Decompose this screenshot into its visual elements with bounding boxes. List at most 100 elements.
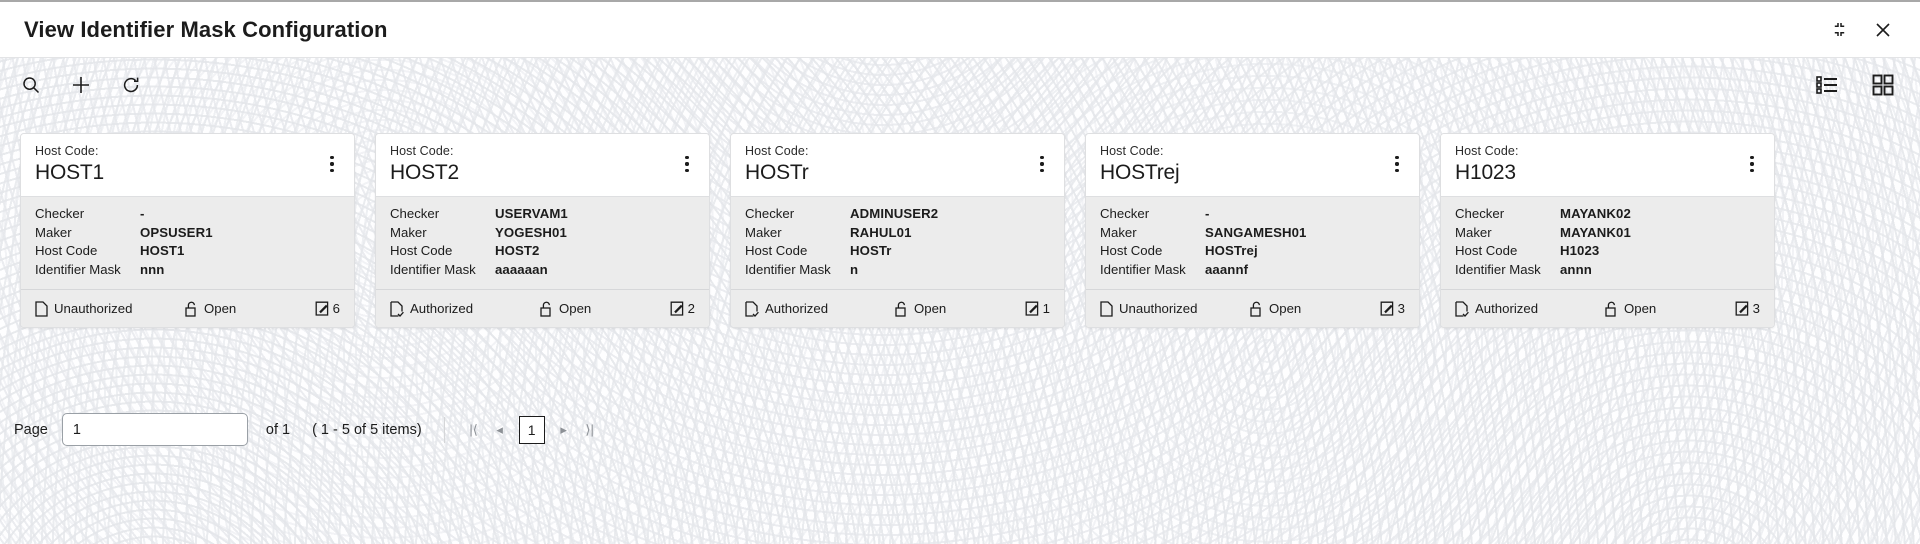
card-menu-icon[interactable] [323, 154, 341, 174]
lock-label: Open [914, 301, 947, 316]
field-value: SANGAMESH01 [1205, 224, 1307, 240]
app-window: View Identifier Mask Configuration Host … [0, 0, 1920, 544]
toolbar-left-group [14, 68, 148, 102]
field-checker: Checker - [35, 205, 340, 224]
page-number-button[interactable]: 1 [518, 415, 545, 444]
prev-page-button[interactable]: ◂ [487, 417, 513, 443]
document-check-icon [390, 300, 404, 317]
field-label: Identifier Mask [1455, 261, 1541, 277]
field-label: Maker [35, 224, 72, 240]
card-title: HOST2 [390, 161, 460, 184]
status-badge: Unauthorized [1100, 300, 1250, 317]
field-value: HOST1 [140, 243, 185, 258]
field-value: - [140, 206, 145, 221]
record-card[interactable]: Host Code: HOSTrej Checker - Maker SANGA… [1085, 133, 1420, 328]
document-icon [35, 300, 48, 317]
edit-icon [1025, 301, 1040, 317]
field-maker: Maker MAYANK01 [1455, 224, 1760, 243]
lock-label: Open [559, 301, 592, 316]
version-info: 2 [670, 301, 695, 317]
edit-icon [1380, 301, 1395, 317]
record-card[interactable]: Host Code: HOSTr Checker ADMINUSER2 Make… [730, 133, 1065, 328]
field-label: Maker [1100, 224, 1137, 240]
field-label: Identifier Mask [390, 261, 476, 277]
card-header-label: Host Code: [390, 144, 454, 158]
page-input[interactable] [61, 413, 248, 446]
card-footer: Authorized Open [731, 289, 1064, 327]
minimize-expand-icon[interactable] [1828, 19, 1850, 41]
field-label: Checker [1455, 206, 1505, 221]
field-maker: Maker YOGESH01 [390, 224, 695, 243]
version-info: 6 [315, 301, 340, 317]
field-value: H1023 [1560, 243, 1600, 258]
field-value: nnn [140, 261, 165, 277]
field-identifier-mask: Identifier Mask annn [1455, 261, 1760, 280]
card-header: Host Code: H1023 [1441, 134, 1774, 196]
status-label: Authorized [1475, 301, 1539, 316]
window-controls [1828, 19, 1894, 41]
field-value: USERVAM1 [495, 206, 568, 221]
first-page-button[interactable]: |⟨ [461, 417, 487, 443]
field-label: Host Code [1100, 243, 1163, 258]
unlock-icon [540, 301, 553, 317]
total-pages-text: of 1 [265, 421, 291, 438]
field-value: HOSTr [850, 243, 892, 258]
field-value: n [850, 261, 859, 277]
status-label: Authorized [765, 301, 829, 316]
version-info: 3 [1735, 301, 1760, 317]
version-count: 3 [1397, 301, 1405, 316]
next-page-button[interactable]: ▸ [551, 417, 577, 443]
card-footer: Authorized Open [1441, 289, 1774, 327]
card-fields: Checker - Maker OPSUSER1 Host Code HOST1… [21, 196, 354, 289]
lock-label: Open [204, 301, 237, 316]
version-count: 2 [687, 301, 695, 316]
card-fields: Checker - Maker SANGAMESH01 Host Code HO… [1086, 196, 1419, 289]
field-label: Identifier Mask [745, 261, 831, 277]
status-label: Authorized [410, 301, 474, 316]
status-badge: Authorized [1455, 300, 1605, 317]
field-value: MAYANK02 [1560, 206, 1631, 221]
card-menu-icon[interactable] [1033, 154, 1051, 174]
card-title: HOSTrej [1100, 161, 1180, 184]
status-badge: Authorized [745, 300, 895, 317]
field-label: Identifier Mask [1100, 261, 1186, 277]
search-icon[interactable] [14, 68, 48, 102]
edit-icon [670, 301, 685, 317]
field-identifier-mask: Identifier Mask nnn [35, 261, 340, 280]
field-host-code: Host Code H1023 [1455, 242, 1760, 261]
card-header: Host Code: HOSTrej [1086, 134, 1419, 196]
field-checker: Checker USERVAM1 [390, 205, 695, 224]
field-value: HOST2 [495, 243, 540, 258]
record-card[interactable]: Host Code: HOST1 Checker - Maker OPSUSER… [20, 133, 355, 328]
card-menu-icon[interactable] [1743, 154, 1761, 174]
document-icon [1100, 300, 1113, 317]
items-range-text: ( 1 - 5 of 5 items) [312, 421, 422, 438]
version-info: 1 [1025, 301, 1050, 317]
field-label: Host Code [1455, 243, 1518, 258]
field-label: Checker [745, 206, 795, 221]
status-badge: Authorized [390, 300, 540, 317]
page-label: Page [14, 421, 48, 438]
field-host-code: Host Code HOST1 [35, 242, 340, 261]
refresh-icon[interactable] [114, 68, 148, 102]
title-bar: View Identifier Mask Configuration [0, 2, 1920, 58]
close-icon[interactable] [1872, 19, 1894, 41]
record-card[interactable]: Host Code: HOST2 Checker USERVAM1 Maker … [375, 133, 710, 328]
card-footer: Unauthorized Open [21, 289, 354, 327]
last-page-button[interactable]: ⟩| [577, 417, 603, 443]
page-title: View Identifier Mask Configuration [24, 16, 388, 42]
record-card[interactable]: Host Code: H1023 Checker MAYANK02 Maker … [1440, 133, 1775, 328]
add-icon[interactable] [64, 68, 98, 102]
field-label: Checker [1100, 206, 1150, 221]
field-checker: Checker MAYANK02 [1455, 205, 1760, 224]
list-view-icon[interactable] [1810, 68, 1844, 102]
field-maker: Maker SANGAMESH01 [1100, 224, 1405, 243]
field-value: - [1205, 206, 1210, 221]
field-maker: Maker RAHUL01 [745, 224, 1050, 243]
card-fields: Checker USERVAM1 Maker YOGESH01 Host Cod… [376, 196, 709, 289]
action-toolbar [0, 58, 1920, 108]
card-menu-icon[interactable] [1388, 154, 1406, 174]
card-menu-icon[interactable] [678, 154, 696, 174]
grid-view-icon[interactable] [1866, 68, 1900, 102]
field-identifier-mask: Identifier Mask n [745, 261, 1050, 280]
